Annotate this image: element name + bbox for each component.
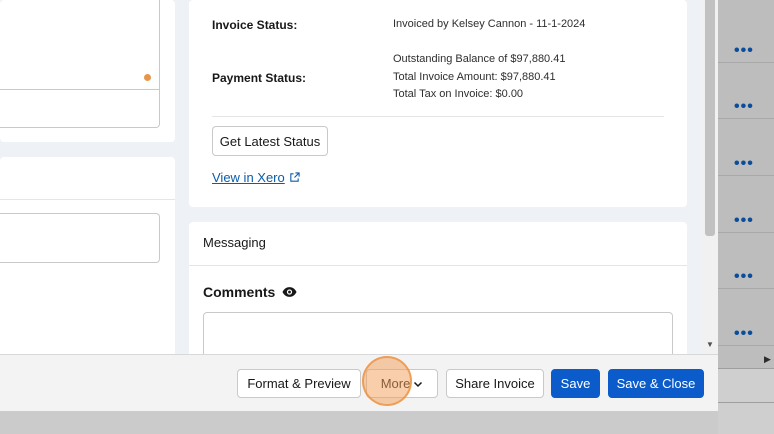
background-row: •••	[718, 63, 774, 119]
more-label: More	[380, 376, 411, 391]
divider	[718, 402, 774, 403]
modal-scrollbar[interactable]: ▼	[702, 0, 718, 354]
left-input-field[interactable]	[0, 213, 160, 263]
divider	[0, 199, 175, 200]
background-row: •••	[718, 233, 774, 289]
divider	[189, 265, 687, 266]
divider	[212, 116, 664, 117]
comments-heading: Comments	[203, 284, 297, 300]
outstanding-balance: Outstanding Balance of $97,880.41	[393, 53, 566, 65]
more-horizontal-icon[interactable]: •••	[734, 325, 754, 343]
comments-label: Comments	[203, 284, 276, 300]
scroll-down-icon[interactable]: ▼	[706, 340, 714, 349]
more-horizontal-icon[interactable]: •••	[734, 42, 754, 60]
invoice-modal: Invoice Status: Invoiced by Kelsey Canno…	[0, 0, 718, 411]
eye-icon[interactable]	[282, 286, 297, 298]
total-invoice-amount: Total Invoice Amount: $97,880.41	[393, 70, 556, 83]
messaging-title: Messaging	[203, 235, 266, 250]
left-card-field	[0, 157, 175, 357]
share-invoice-button[interactable]: Share Invoice	[446, 369, 544, 398]
payment-status-value: Outstanding Balance of $97,880.41 Total …	[393, 51, 565, 104]
background-row: •••	[718, 290, 774, 346]
view-in-xero-link[interactable]: View in Xero	[212, 170, 300, 185]
left-card-notes	[0, 0, 175, 142]
background-row: •••	[718, 120, 774, 176]
format-preview-button[interactable]: Format & Preview	[237, 369, 361, 398]
more-horizontal-icon[interactable]: •••	[734, 212, 754, 230]
invoice-status-value: Invoiced by Kelsey Cannon - 11-1-2024	[393, 18, 586, 30]
external-link-icon	[290, 172, 300, 182]
save-button[interactable]: Save	[551, 369, 600, 398]
save-and-close-button[interactable]: Save & Close	[608, 369, 704, 398]
view-in-xero-label: View in Xero	[212, 170, 285, 185]
more-horizontal-icon[interactable]: •••	[734, 155, 754, 173]
background-row: •••	[718, 177, 774, 233]
scrollbar-thumb[interactable]	[705, 0, 715, 236]
notes-textarea[interactable]	[0, 0, 160, 128]
required-indicator-icon	[144, 74, 151, 81]
background-footer	[718, 368, 774, 434]
payment-status-label: Payment Status:	[212, 71, 307, 85]
background-row: •••	[718, 7, 774, 63]
total-tax: Total Tax on Invoice: $0.00	[393, 88, 524, 100]
more-horizontal-icon[interactable]: •••	[734, 268, 754, 286]
invoice-status-label: Invoice Status:	[212, 18, 298, 32]
more-button[interactable]: More	[366, 369, 438, 398]
scroll-right-icon[interactable]: ▶	[764, 354, 774, 366]
modal-footer: Format & Preview More Share Invoice Save…	[0, 354, 718, 411]
page-bottom	[0, 411, 718, 434]
get-latest-status-button[interactable]: Get Latest Status	[212, 126, 328, 156]
invoice-status-card: Invoice Status: Invoiced by Kelsey Canno…	[189, 0, 687, 207]
chevron-down-icon	[414, 381, 423, 387]
divider	[0, 89, 160, 90]
more-horizontal-icon[interactable]: •••	[734, 98, 754, 116]
